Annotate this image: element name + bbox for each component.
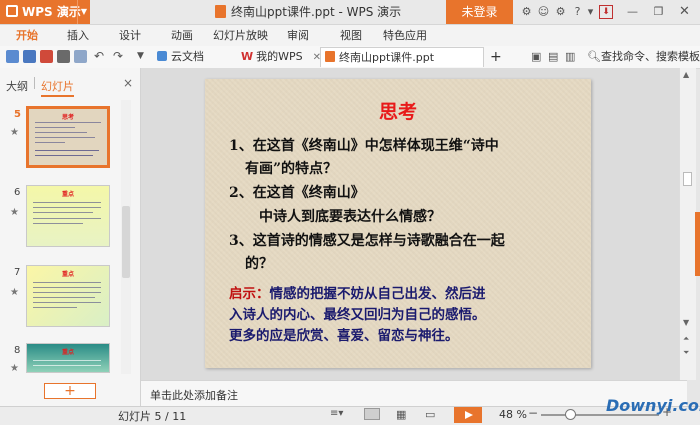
reading-view-icon[interactable]: ▭ [425, 408, 438, 421]
question-1-line-1: 1、在这首《终南山》中怎样体现王维“诗中 [229, 138, 499, 154]
save-icon[interactable] [23, 50, 36, 63]
app-name: WPS 演示 [22, 5, 81, 19]
animation-star-icon: ★ [10, 127, 19, 138]
help-icon[interactable]: ? [571, 5, 584, 18]
slide-sorter-icon[interactable]: ▦ [396, 408, 409, 421]
window-icon[interactable]: ▤ [548, 50, 561, 63]
chevron-down-icon: ▼ [77, 0, 90, 24]
previous-slide-icon[interactable]: ⏶ [683, 334, 689, 344]
menu-features[interactable]: 特色应用 [383, 25, 427, 46]
redo-icon[interactable]: ↷ [113, 50, 126, 63]
app-menu-button[interactable]: WPS 演示 ▼ [0, 0, 90, 24]
zoom-out-icon[interactable]: − [528, 406, 538, 420]
menu-insert[interactable]: 插入 [67, 25, 89, 46]
slide-thumbnail[interactable]: 重点 [26, 185, 110, 247]
slide-title[interactable]: 思考 [205, 97, 591, 124]
presentation-file-icon [215, 5, 226, 18]
canvas-scrollbar[interactable]: ▲ ▼ ⏶ ⏷ [679, 68, 696, 380]
layout-icon[interactable]: ▥ [565, 50, 578, 63]
question-2-line-1: 2、在这首《终南山》 [229, 185, 365, 201]
slide-number: 6 [14, 187, 21, 198]
zoom-slider-handle[interactable] [565, 409, 576, 420]
slide-number: 7 [14, 267, 21, 278]
slides-scrollbar[interactable] [121, 100, 131, 374]
wps-logo-icon [6, 5, 18, 17]
divider [34, 77, 35, 89]
notes-toggle-icon[interactable]: ≡▾ [330, 408, 343, 420]
search-icon: 🔍︎ [587, 50, 601, 63]
animation-star-icon: ★ [10, 363, 19, 374]
animation-star-icon: ★ [10, 287, 19, 298]
next-slide-icon[interactable]: ⏷ [683, 348, 689, 358]
new-tab-button[interactable]: + [486, 47, 506, 67]
tab-my-wps[interactable]: W 我的WPS ✕ [237, 47, 325, 67]
slide-thumbnail[interactable]: 重点 [26, 343, 110, 373]
add-slide-button[interactable]: + [44, 383, 96, 399]
menu-view[interactable]: 视图 [340, 25, 362, 46]
slide-number: 8 [14, 345, 21, 356]
minimize-icon[interactable]: — [626, 5, 639, 18]
chevron-down-icon[interactable]: ▾ [584, 5, 597, 18]
notes-placeholder[interactable]: 单击此处添加备注 [150, 387, 238, 403]
menu-slideshow[interactable]: 幻灯片放映 [213, 25, 268, 46]
slide-counter: 幻灯片 5 / 11 [118, 410, 187, 423]
question-3-line-2: 的？ [245, 256, 273, 272]
hint-paragraph: 启示：情感的把握不妨从自己出发、然后进 入诗人的内心、最终又回归为自己的感悟。 … [229, 286, 486, 344]
question-3-line-1: 3、这首诗的情感又是怎样与诗歌融合在一起 [229, 233, 505, 249]
cloud-icon [157, 51, 167, 61]
slide-thumbnail[interactable]: 重点 [26, 265, 110, 327]
hint-label: 启示： [229, 286, 270, 302]
current-slide[interactable]: 思考 1、在这首《终南山》中怎样体现王维“诗中 有画”的特点？ 2、在这首《终南… [205, 79, 591, 368]
menu-review[interactable]: 审阅 [287, 25, 309, 46]
window-title: 终南山ppt课件.ppt - WPS 演示 [215, 0, 401, 24]
maximize-icon[interactable]: ❐ [652, 5, 665, 18]
close-panel-icon[interactable]: × [123, 76, 133, 90]
chevron-down-icon[interactable]: ▼ [137, 50, 150, 63]
print-preview-icon[interactable] [74, 50, 87, 63]
export-pdf-icon[interactable] [40, 50, 53, 63]
normal-view-icon[interactable] [364, 408, 380, 420]
tab-outline[interactable]: 大纲 [6, 78, 28, 94]
print-icon[interactable] [57, 50, 70, 63]
skin-icon[interactable]: ⚙ [520, 5, 533, 18]
tab-document[interactable]: 终南山ppt课件.ppt [320, 47, 484, 67]
menu-home[interactable]: 开始 [16, 25, 38, 46]
login-button[interactable]: 未登录 [446, 0, 513, 24]
slide-number: 5 [14, 109, 21, 120]
scroll-down-icon[interactable]: ▼ [683, 318, 689, 327]
wps-w-icon: W [241, 50, 254, 63]
watermark: Downyi.com [606, 396, 700, 415]
animation-star-icon: ★ [10, 207, 19, 218]
new-file-icon[interactable] [6, 50, 19, 63]
slide-thumbnail[interactable]: 思考 [26, 106, 110, 168]
command-search[interactable]: 🔍︎查找命令、搜索模板 [587, 48, 700, 66]
presentation-file-icon [325, 51, 335, 62]
scroll-up-icon[interactable]: ▲ [683, 70, 689, 79]
minimize-to-tray-icon[interactable]: ⬇ [599, 5, 613, 19]
undo-icon[interactable]: ↶ [94, 50, 107, 63]
settings-icon[interactable]: ⚙ [554, 5, 567, 18]
menu-design[interactable]: 设计 [119, 25, 141, 46]
question-1-line-2: 有画”的特点？ [245, 161, 338, 177]
menu-animation[interactable]: 动画 [171, 25, 193, 46]
tab-slides[interactable]: 幻灯片 [41, 78, 74, 97]
side-panel-toggle[interactable] [695, 212, 700, 276]
question-2-line-2: 中诗人到底要表达什么情感？ [259, 209, 441, 225]
close-icon[interactable]: ✕ [678, 5, 691, 18]
zoom-level: 48 % [499, 408, 527, 421]
smile-icon[interactable]: ☺ [537, 5, 550, 18]
play-slideshow-button[interactable] [454, 407, 482, 423]
tab-cloud-docs[interactable]: 云文档 [153, 47, 208, 67]
screen-icon[interactable]: ▣ [531, 50, 544, 63]
